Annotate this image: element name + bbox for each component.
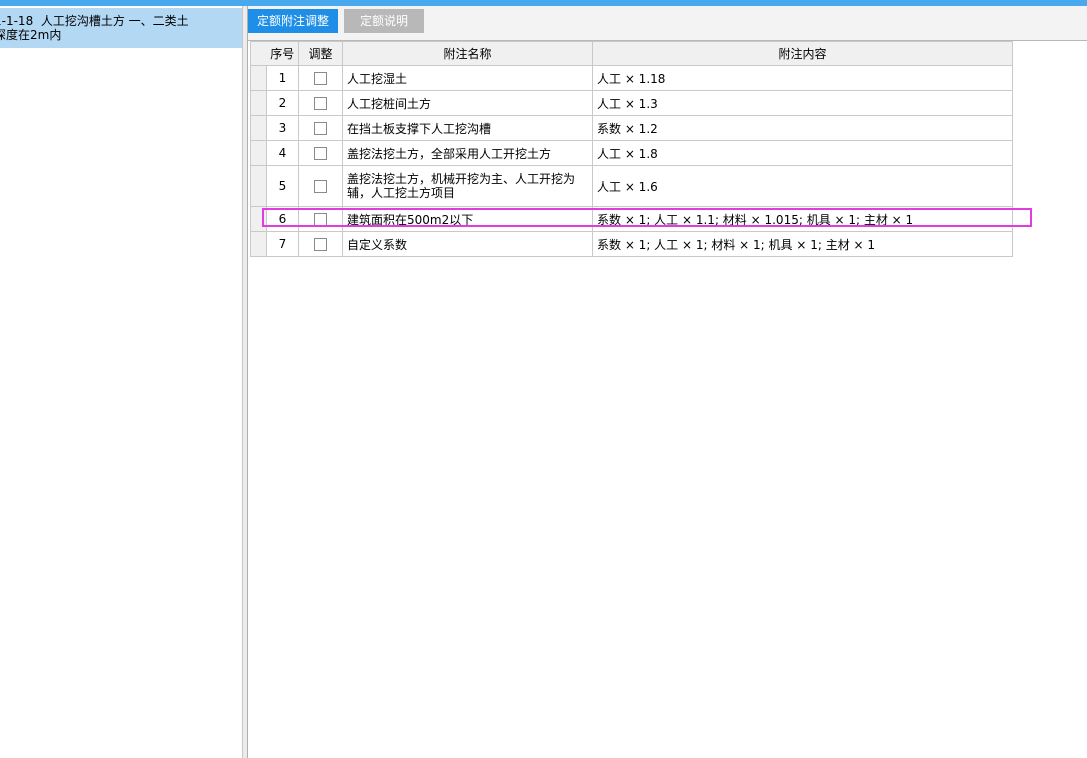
row-adjust-cell[interactable] (298, 206, 343, 232)
row-handle[interactable] (250, 115, 267, 141)
quota-item-subtitle: 深度在2m内 (0, 28, 62, 42)
row-seq: 4 (266, 140, 299, 166)
row-adjust-cell[interactable] (298, 90, 343, 116)
row-note-content: 系数 × 1; 人工 × 1.1; 材料 × 1.015; 机具 × 1; 主材… (592, 206, 1013, 232)
table-row[interactable]: 7 自定义系数 系数 × 1; 人工 × 1; 材料 × 1; 机具 × 1; … (250, 231, 1013, 257)
adjust-checkbox[interactable] (314, 213, 327, 226)
row-note-content: 人工 × 1.6 (592, 165, 1013, 207)
row-seq: 7 (266, 231, 299, 257)
row-adjust-cell[interactable] (298, 165, 343, 207)
adjust-checkbox[interactable] (314, 238, 327, 251)
header-note-content[interactable]: 附注内容 (592, 41, 1013, 66)
table-row[interactable]: 3 在挡土板支撑下人工挖沟槽 系数 × 1.2 (250, 115, 1013, 141)
row-handle[interactable] (250, 140, 267, 166)
row-note-content: 人工 × 1.3 (592, 90, 1013, 116)
tab-quota-note-adjust[interactable]: 定额附注调整 (248, 9, 338, 33)
row-handle[interactable] (250, 65, 267, 91)
row-handle[interactable] (250, 231, 267, 257)
table-row[interactable]: 2 人工挖桩间土方 人工 × 1.3 (250, 90, 1013, 116)
header-row-handle (250, 41, 267, 66)
tab-bar: 定额附注调整 定额说明 (248, 6, 1087, 41)
adjust-checkbox[interactable] (314, 72, 327, 85)
row-handle[interactable] (250, 165, 267, 207)
row-seq: 1 (266, 65, 299, 91)
adjust-checkbox[interactable] (314, 122, 327, 135)
row-note-content: 系数 × 1; 人工 × 1; 材料 × 1; 机具 × 1; 主材 × 1 (592, 231, 1013, 257)
row-note-name: 建筑面积在500m2以下 (342, 206, 593, 232)
table-row[interactable]: 5 盖挖法挖土方，机械开挖为主、人工开挖为辅，人工挖土方项目 人工 × 1.6 (250, 165, 1013, 207)
table-row[interactable]: 6 建筑面积在500m2以下 系数 × 1; 人工 × 1.1; 材料 × 1.… (250, 206, 1013, 232)
header-note-name[interactable]: 附注名称 (342, 41, 593, 66)
row-seq: 5 (266, 165, 299, 207)
row-note-content: 人工 × 1.18 (592, 65, 1013, 91)
table-header-row: 序号 调整 附注名称 附注内容 (250, 41, 1013, 66)
row-handle[interactable] (250, 206, 267, 232)
row-seq: 2 (266, 90, 299, 116)
quota-list-item-selected[interactable]: 1-1-18 人工挖沟槽土方 一、二类土 深度在2m内 (0, 8, 242, 48)
row-note-name: 在挡土板支撑下人工挖沟槽 (342, 115, 593, 141)
row-adjust-cell[interactable] (298, 231, 343, 257)
header-adjust[interactable]: 调整 (298, 41, 343, 66)
row-seq: 6 (266, 206, 299, 232)
row-adjust-cell[interactable] (298, 140, 343, 166)
row-adjust-cell[interactable] (298, 115, 343, 141)
header-seq[interactable]: 序号 (266, 41, 299, 66)
row-note-name: 盖挖法挖土方，机械开挖为主、人工开挖为辅，人工挖土方项目 (342, 165, 593, 207)
table-row[interactable]: 4 盖挖法挖土方，全部采用人工开挖土方 人工 × 1.8 (250, 140, 1013, 166)
adjust-checkbox[interactable] (314, 147, 327, 160)
row-note-name: 人工挖湿土 (342, 65, 593, 91)
row-adjust-cell[interactable] (298, 65, 343, 91)
adjust-checkbox[interactable] (314, 180, 327, 193)
quota-list-panel: 1-1-18 人工挖沟槽土方 一、二类土 深度在2m内 (0, 6, 243, 758)
row-note-content: 人工 × 1.8 (592, 140, 1013, 166)
row-note-name: 人工挖桩间土方 (342, 90, 593, 116)
tab-quota-description[interactable]: 定额说明 (344, 9, 424, 33)
note-adjust-table: 序号 调整 附注名称 附注内容 1 人工挖湿土 人工 × 1.18 2 人工挖桩… (250, 41, 1013, 257)
row-seq: 3 (266, 115, 299, 141)
row-note-content: 系数 × 1.2 (592, 115, 1013, 141)
table-row[interactable]: 1 人工挖湿土 人工 × 1.18 (250, 65, 1013, 91)
quota-detail-panel: 定额附注调整 定额说明 序号 调整 附注名称 附注内容 1 人工挖湿土 人工 ×… (248, 6, 1087, 758)
row-note-name: 自定义系数 (342, 231, 593, 257)
row-handle[interactable] (250, 90, 267, 116)
adjust-checkbox[interactable] (314, 97, 327, 110)
quota-item-title: 1-1-18 人工挖沟槽土方 一、二类土 (0, 14, 189, 28)
row-note-name: 盖挖法挖土方，全部采用人工开挖土方 (342, 140, 593, 166)
